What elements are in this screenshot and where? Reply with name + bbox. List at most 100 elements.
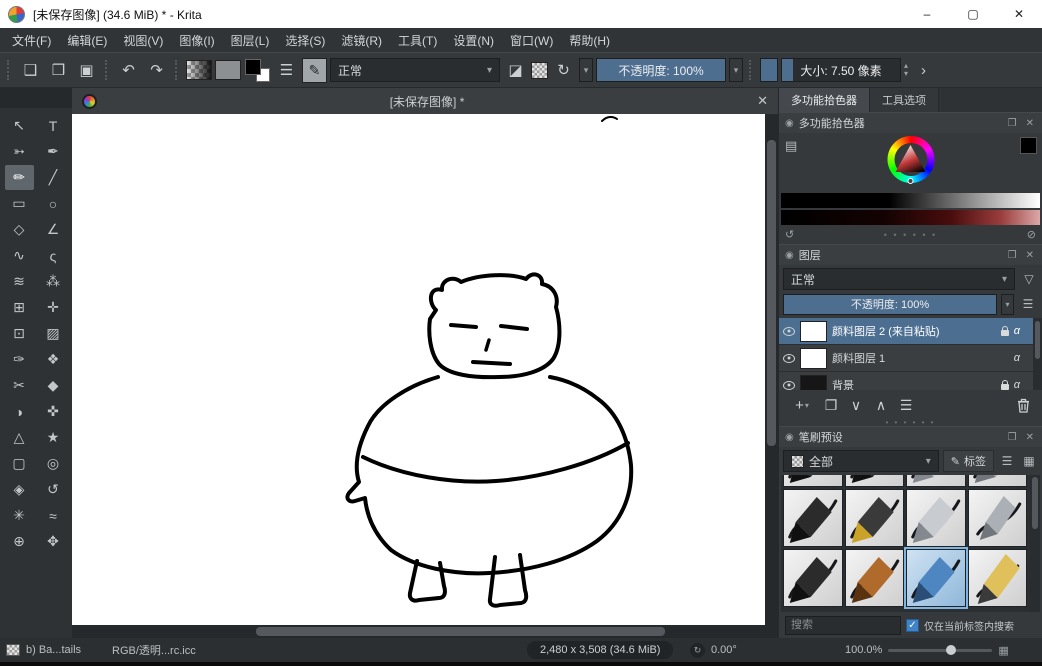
tool-polyline[interactable]: ∠ <box>39 217 68 242</box>
brush-preset-thumbnail[interactable] <box>783 475 843 487</box>
menu-file[interactable]: 文件(F) <box>4 29 59 52</box>
close-docker-icon[interactable]: ✕ <box>1024 118 1036 129</box>
tool-measure[interactable]: △ <box>5 425 34 450</box>
tool-rect-select[interactable]: ▢ <box>5 451 34 476</box>
layer-row-paint-layer-2[interactable]: 颜料图层 2 (来自粘贴) α <box>779 318 1042 345</box>
eraser-mode-icon[interactable]: ◪ <box>503 58 528 83</box>
undo-icon[interactable]: ↶ <box>116 58 141 83</box>
alpha-lock-icon[interactable]: α <box>1014 379 1020 390</box>
menu-select[interactable]: 选择(S) <box>277 29 333 52</box>
vertical-scroll-thumb[interactable] <box>767 140 776 447</box>
toolbar-overflow-icon[interactable]: › <box>911 58 936 83</box>
horizontal-scroll-thumb[interactable] <box>256 627 665 636</box>
minimize-button[interactable]: – <box>904 0 950 28</box>
refresh-icon[interactable]: ↺ <box>785 228 794 241</box>
tool-magnetic-select[interactable]: ≈ <box>39 503 68 528</box>
tool-crop[interactable]: ⊡ <box>5 321 34 346</box>
tool-fill[interactable]: ◆ <box>39 373 68 398</box>
gamut-mask-off-icon[interactable]: ⊘ <box>1027 228 1036 241</box>
tool-pan[interactable]: ✥ <box>39 529 68 554</box>
menu-image[interactable]: 图像(I) <box>171 29 222 52</box>
current-color-swatch[interactable] <box>1020 137 1037 154</box>
brush-preset-thumbnail[interactable] <box>845 489 905 547</box>
tool-similar-select[interactable]: ✳ <box>5 503 34 528</box>
tool-gradient[interactable]: ▨ <box>39 321 68 346</box>
toolbox-titlebar[interactable] <box>0 88 72 108</box>
add-layer-button[interactable]: + ▾ <box>787 393 817 417</box>
hue-wheel[interactable] <box>887 136 934 183</box>
tool-pattern[interactable]: ❖ <box>39 347 68 372</box>
tool-edit-shapes[interactable]: ➳ <box>5 139 34 164</box>
duplicate-layer-button[interactable]: ❐ <box>820 393 842 417</box>
menu-view[interactable]: 视图(V) <box>115 29 171 52</box>
tool-color-sampler[interactable]: ✑ <box>5 347 34 372</box>
brush-preset-thumbnail[interactable] <box>783 549 843 607</box>
delete-layer-button[interactable] <box>1012 393 1034 417</box>
move-layer-down-button[interactable]: ∨ <box>845 393 867 417</box>
new-document-icon[interactable]: ❑ <box>18 58 43 83</box>
tool-rectangle[interactable]: ▭ <box>5 191 34 216</box>
pattern-chooser-swatch[interactable] <box>215 60 241 80</box>
layer-list-scrollbar[interactable] <box>1033 318 1042 390</box>
toolbar-grip[interactable] <box>175 60 180 80</box>
tool-move[interactable]: ✛ <box>39 295 68 320</box>
tool-polygon[interactable]: ◇ <box>5 217 34 242</box>
brush-preset-thumbnail[interactable] <box>968 489 1028 547</box>
spin-down-icon[interactable]: ▾ <box>904 70 908 78</box>
chevron-down-icon[interactable]: ▾ <box>1001 294 1014 315</box>
float-docker-icon[interactable]: ❐ <box>1006 250 1019 261</box>
brush-preset-thumbnail-selected[interactable] <box>906 549 966 607</box>
close-docker-icon[interactable]: ✕ <box>1024 250 1036 261</box>
menu-edit[interactable]: 编辑(E) <box>59 29 115 52</box>
alpha-lock-icon[interactable]: α <box>1014 352 1020 364</box>
brush-size-slider[interactable]: 大小: 7.50 像素 <box>781 58 901 82</box>
preset-search-input[interactable] <box>785 616 901 635</box>
tool-enclose-fill[interactable]: ◑ <box>5 399 34 424</box>
open-document-icon[interactable]: ❒ <box>46 58 71 83</box>
tool-line[interactable]: ╱ <box>39 165 68 190</box>
brush-preset-thumbnail[interactable] <box>783 489 843 547</box>
tab-advanced-color-selector[interactable]: 多功能拾色器 <box>779 88 870 112</box>
brush-preset-thumbnail[interactable] <box>845 549 905 607</box>
tag-button[interactable]: ✎ 标签 <box>943 450 994 472</box>
tool-text[interactable]: T <box>39 113 68 138</box>
tool-reference-images[interactable]: ★ <box>39 425 68 450</box>
presets-display-icon[interactable]: ▦ <box>1020 454 1038 468</box>
brush-preset-thumbnail[interactable] <box>906 475 966 487</box>
tool-smart-patch[interactable]: ✂ <box>5 373 34 398</box>
menu-filter[interactable]: 滤镜(R) <box>333 29 390 52</box>
layer-visible-icon[interactable] <box>783 354 795 363</box>
toolbar-grip[interactable] <box>749 60 754 80</box>
layer-blend-dropdown[interactable]: 正常 ▾ <box>783 268 1015 290</box>
tool-ellipse[interactable]: ○ <box>39 191 68 216</box>
maximize-button[interactable]: ▢ <box>950 0 996 28</box>
menu-tools[interactable]: 工具(T) <box>390 29 445 52</box>
tool-polygon-select[interactable]: ◈ <box>5 477 34 502</box>
document-close-icon[interactable]: ✕ <box>757 93 768 109</box>
preserve-alpha-icon[interactable] <box>531 62 548 79</box>
float-docker-icon[interactable]: ❐ <box>1006 432 1019 443</box>
layer-opacity-slider[interactable]: 不透明度: 100% <box>783 294 997 315</box>
tool-dynamic-brush[interactable]: ≋ <box>5 269 34 294</box>
save-icon[interactable]: ▣ <box>74 58 99 83</box>
layer-visible-icon[interactable] <box>783 381 795 390</box>
brush-preset-thumbnail[interactable] <box>968 475 1028 487</box>
layer-visible-icon[interactable] <box>783 327 795 336</box>
tool-freehand-select[interactable]: ↺ <box>39 477 68 502</box>
layer-filter-icon[interactable]: ▽ <box>1020 272 1038 286</box>
tab-tool-options[interactable]: 工具选项 <box>870 88 939 112</box>
toolbar-grip[interactable] <box>7 60 12 80</box>
redo-icon[interactable]: ↷ <box>144 58 169 83</box>
chevron-down-icon[interactable]: ▾ <box>729 58 743 82</box>
move-layer-up-button[interactable]: ∧ <box>870 393 892 417</box>
shade-selector-icon[interactable]: ▤ <box>785 138 797 154</box>
preset-grid-scrollbar[interactable] <box>1030 475 1040 612</box>
menu-window[interactable]: 窗口(W) <box>502 29 561 52</box>
zoom-slider-handle[interactable] <box>946 645 956 655</box>
layer-properties-button[interactable]: ☰ <box>895 393 917 417</box>
value-gradient-strip[interactable] <box>781 193 1040 208</box>
tool-freehand-brush[interactable]: ✏ <box>5 165 34 190</box>
layer-menu-icon[interactable]: ☰ <box>1018 297 1038 311</box>
layer-row-background[interactable]: 背景 α <box>779 372 1042 390</box>
reload-preset-icon[interactable]: ↻ <box>551 58 576 83</box>
